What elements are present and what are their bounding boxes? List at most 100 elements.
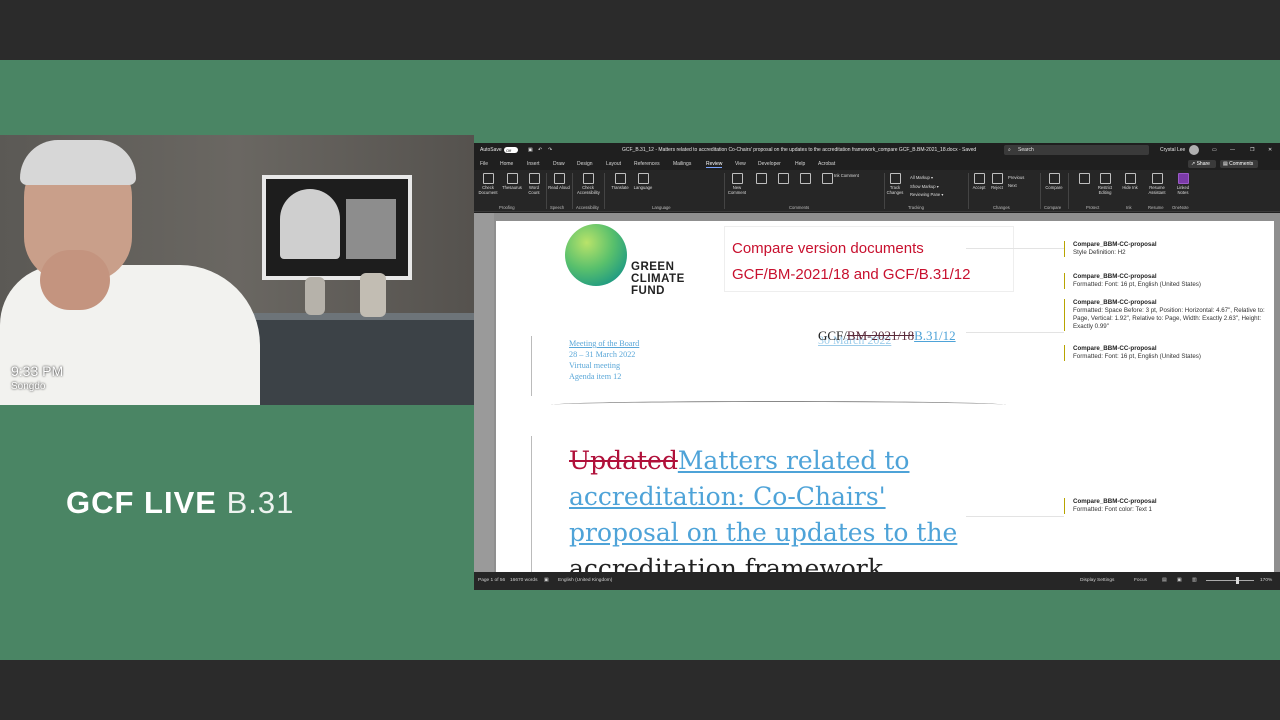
- group-onenote: OneNote: [1172, 205, 1189, 210]
- check-document-button[interactable]: Check Document: [477, 173, 499, 195]
- previous-comment-button[interactable]: [772, 173, 794, 185]
- language-button[interactable]: Language: [632, 173, 654, 190]
- web-layout-icon[interactable]: ▥: [1192, 578, 1197, 583]
- compare-button[interactable]: Compare: [1043, 173, 1065, 190]
- book-icon: [506, 173, 518, 184]
- tab-acrobat[interactable]: Acrobat: [818, 161, 835, 167]
- proofing-icon[interactable]: ▣: [544, 578, 549, 583]
- previous-change-button[interactable]: Previous: [1008, 175, 1036, 180]
- close-icon[interactable]: ✕: [1268, 147, 1272, 153]
- undo-icon[interactable]: ↶: [538, 147, 542, 153]
- delete-comment-icon: [755, 173, 767, 184]
- status-bar: Page 1 of 56 16670 words ▣ English (Unit…: [474, 572, 1280, 590]
- wall-artwork: [262, 175, 412, 280]
- word-count-button[interactable]: Word Count: [523, 173, 545, 195]
- thesaurus-button[interactable]: Thesaurus: [501, 173, 523, 190]
- share-button[interactable]: ↗ Share: [1188, 160, 1216, 168]
- spellcheck-icon: [482, 173, 494, 184]
- tab-insert[interactable]: Insert: [527, 161, 540, 167]
- search-placeholder: Search: [1018, 147, 1034, 153]
- minimize-icon[interactable]: —: [1230, 147, 1235, 153]
- reject-button[interactable]: Reject: [986, 173, 1008, 190]
- save-icon[interactable]: ▣: [528, 147, 533, 153]
- header-divider: [551, 401, 1006, 409]
- tab-design[interactable]: Design: [577, 161, 593, 167]
- block-authors-button[interactable]: [1073, 173, 1095, 185]
- next-change-button[interactable]: Next: [1008, 183, 1036, 188]
- deleted-heading-text: Updated: [569, 446, 678, 475]
- gcf-logo-text: GREEN CLIMATE FUND: [631, 261, 685, 297]
- tab-view[interactable]: View: [735, 161, 746, 167]
- document-page[interactable]: GREEN CLIMATE FUND Compare version docum…: [496, 221, 1274, 572]
- tab-references[interactable]: References: [634, 161, 660, 167]
- tab-home[interactable]: Home: [500, 161, 513, 167]
- markup-balloon[interactable]: Compare_BBM-CC-proposal Formatted: Font:…: [1064, 345, 1274, 361]
- markup-balloons: Compare_BBM-CC-proposal Style Definition…: [1064, 221, 1274, 572]
- page-count[interactable]: Page 1 of 56: [478, 578, 505, 583]
- print-layout-icon[interactable]: ▣: [1177, 578, 1182, 583]
- language-icon: [637, 173, 649, 184]
- delete-comment-button[interactable]: [750, 173, 772, 185]
- zoom-slider[interactable]: [1206, 580, 1254, 581]
- ink-comment-button[interactable]: Ink Comment: [834, 173, 874, 178]
- translate-button[interactable]: Translate: [609, 173, 631, 190]
- accessibility-icon: [582, 173, 594, 184]
- hide-ink-button[interactable]: Hide Ink: [1119, 173, 1141, 190]
- document-title: GCF_B.31_12 - Matters related to accredi…: [622, 147, 977, 153]
- tab-review[interactable]: Review: [706, 161, 723, 168]
- zoom-slider-handle[interactable]: [1236, 577, 1239, 584]
- redo-icon[interactable]: ↷: [548, 147, 552, 153]
- word-count[interactable]: 16670 words: [510, 578, 537, 583]
- tab-mailings[interactable]: Mailings: [673, 161, 691, 167]
- group-protect: Protect: [1086, 205, 1100, 210]
- autosave-label: AutoSave: [480, 147, 502, 153]
- user-name[interactable]: Crystal Lee: [1160, 147, 1185, 153]
- maximize-icon[interactable]: ❐: [1250, 147, 1254, 153]
- read-aloud-button[interactable]: Read Aloud: [548, 173, 570, 190]
- tab-developer[interactable]: Developer: [758, 161, 781, 167]
- check-accessibility-button[interactable]: Check Accessibility: [577, 173, 600, 195]
- display-settings[interactable]: Display Settings: [1080, 578, 1114, 583]
- avatar[interactable]: [1189, 145, 1199, 155]
- resume-assistant-button[interactable]: Resume Assistant: [1146, 173, 1168, 195]
- markup-balloon[interactable]: Compare_BBM-CC-proposal Formatted: Space…: [1064, 299, 1274, 331]
- markup-select[interactable]: All Markup ▾: [910, 175, 960, 180]
- camera-feed: 9:33 PM Songdo: [0, 135, 474, 405]
- letterbox-top: [0, 0, 1280, 60]
- new-comment-button[interactable]: New Comment: [726, 173, 748, 195]
- letterbox-bottom: [0, 660, 1280, 720]
- restrict-editing-button[interactable]: Restrict Editing: [1094, 173, 1116, 195]
- ribbon-display-icon[interactable]: ▭: [1212, 147, 1217, 153]
- group-proofing: Proofing: [499, 205, 515, 210]
- reviewing-pane-button[interactable]: Reviewing Pane ▾: [910, 192, 960, 197]
- tab-file[interactable]: File: [480, 161, 488, 167]
- zoom-level[interactable]: 170%: [1260, 578, 1272, 583]
- tab-help[interactable]: Help: [795, 161, 805, 167]
- vertical-ruler: [474, 213, 494, 572]
- change-bar: [531, 436, 532, 572]
- markup-balloon[interactable]: Compare_BBM-CC-proposal Style Definition…: [1064, 241, 1274, 257]
- speaker-hair: [20, 140, 136, 185]
- brand-light: B.31: [226, 485, 295, 520]
- tab-draw[interactable]: Draw: [553, 161, 565, 167]
- lock-icon: [1099, 173, 1111, 184]
- linked-notes-button[interactable]: Linked Notes: [1172, 173, 1194, 195]
- next-comment-button[interactable]: [794, 173, 816, 185]
- read-aloud-icon: [553, 173, 565, 184]
- speaker-hand: [40, 250, 110, 310]
- markup-balloon[interactable]: Compare_BBM-CC-proposal Formatted: Font:…: [1064, 273, 1274, 289]
- language-status[interactable]: English (United Kingdom): [558, 578, 612, 583]
- focus-mode[interactable]: Focus: [1134, 578, 1147, 583]
- brand-strong: GCF LIVE: [66, 485, 217, 520]
- hide-ink-icon: [1124, 173, 1136, 184]
- ribbon-tabs: File Home Insert Draw Design Layout Refe…: [474, 158, 1280, 170]
- document-area[interactable]: GREEN CLIMATE FUND Compare version docum…: [474, 213, 1280, 572]
- tab-layout[interactable]: Layout: [606, 161, 621, 167]
- comments-button[interactable]: ▤ Comments: [1220, 160, 1258, 168]
- show-markup-button[interactable]: Show Markup ▾: [910, 184, 960, 189]
- accept-icon: [973, 173, 985, 184]
- markup-balloon[interactable]: Compare_BBM-CC-proposal Formatted: Font …: [1064, 498, 1274, 514]
- track-changes-icon: [889, 173, 901, 184]
- track-changes-button[interactable]: Track Changes: [884, 173, 906, 195]
- read-mode-icon[interactable]: ▤: [1162, 578, 1167, 583]
